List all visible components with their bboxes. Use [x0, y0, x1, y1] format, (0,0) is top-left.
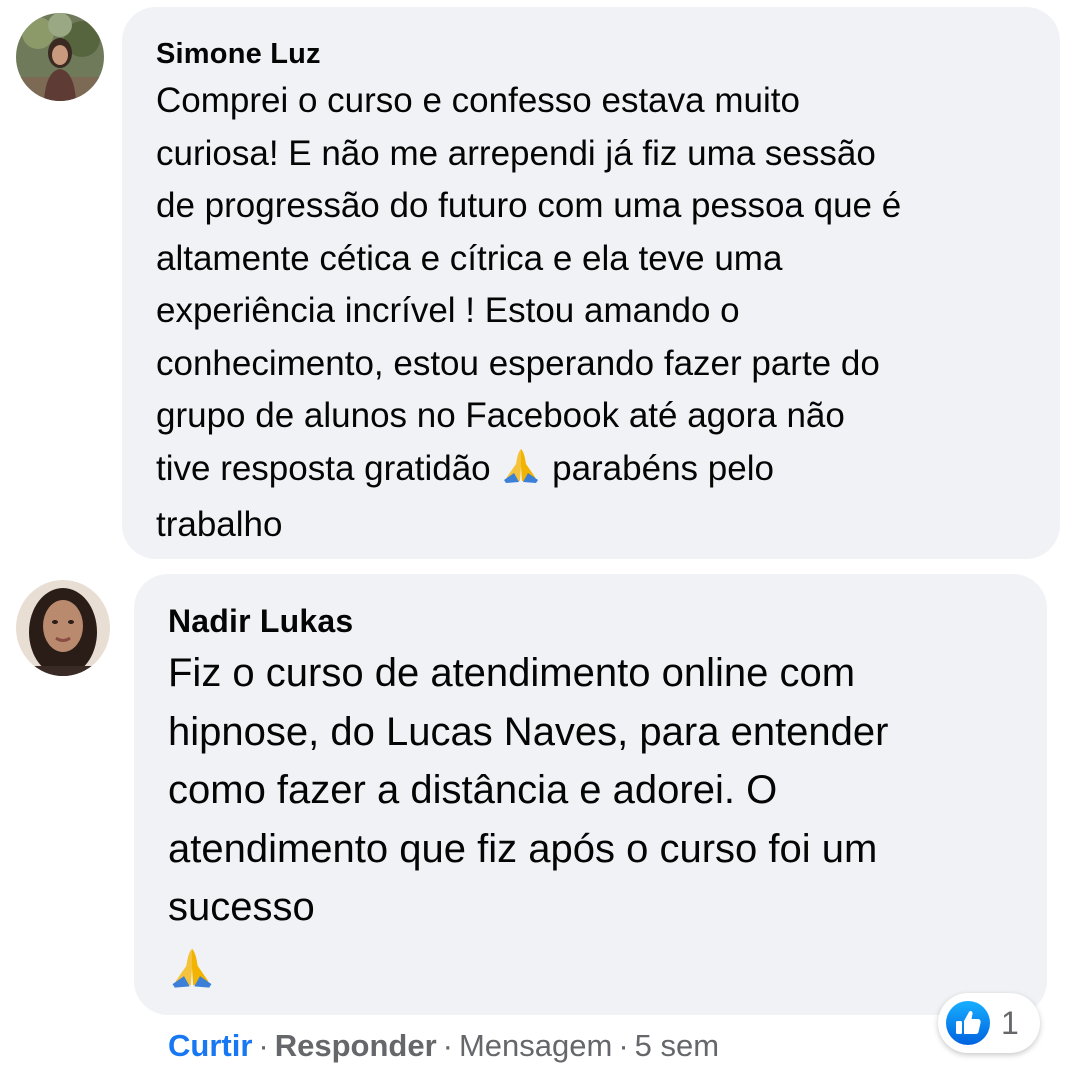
- comment-author[interactable]: Nadir Lukas: [168, 602, 1011, 640]
- separator: ·: [442, 1028, 453, 1063]
- comment-bubble: Simone Luz Comprei o curso e confesso es…: [122, 7, 1060, 559]
- comment-author[interactable]: Simone Luz: [156, 37, 1024, 71]
- reply-button[interactable]: Responder: [275, 1028, 437, 1063]
- separator: ·: [618, 1028, 629, 1063]
- comment-bubble: Nadir Lukas Fiz o curso de atendimento o…: [134, 574, 1047, 1015]
- avatar-nadir-lukas[interactable]: [16, 580, 110, 676]
- comment-actions: Curtir · Responder · Mensagem · 5 sem: [168, 1024, 719, 1068]
- reactions-summary[interactable]: 1: [938, 993, 1040, 1053]
- comment-text: Comprei o curso e confesso estava muito …: [156, 75, 1024, 552]
- praying-hands-icon: [168, 945, 216, 994]
- message-link[interactable]: Mensagem: [459, 1028, 612, 1063]
- like-icon: [945, 1000, 991, 1046]
- comment-text: Fiz o curso de atendimento online com hi…: [168, 651, 889, 929]
- reaction-count: 1: [1001, 1004, 1019, 1041]
- separator: ·: [258, 1028, 269, 1063]
- comment-text-main: Comprei o curso e confesso estava muito …: [156, 81, 902, 488]
- comments-section: Simone Luz Comprei o curso e confesso es…: [0, 0, 1080, 1080]
- like-button[interactable]: Curtir: [168, 1028, 252, 1063]
- avatar-simone-luz[interactable]: [16, 13, 104, 101]
- timestamp[interactable]: 5 sem: [635, 1028, 719, 1063]
- praying-hands-icon: [500, 446, 542, 500]
